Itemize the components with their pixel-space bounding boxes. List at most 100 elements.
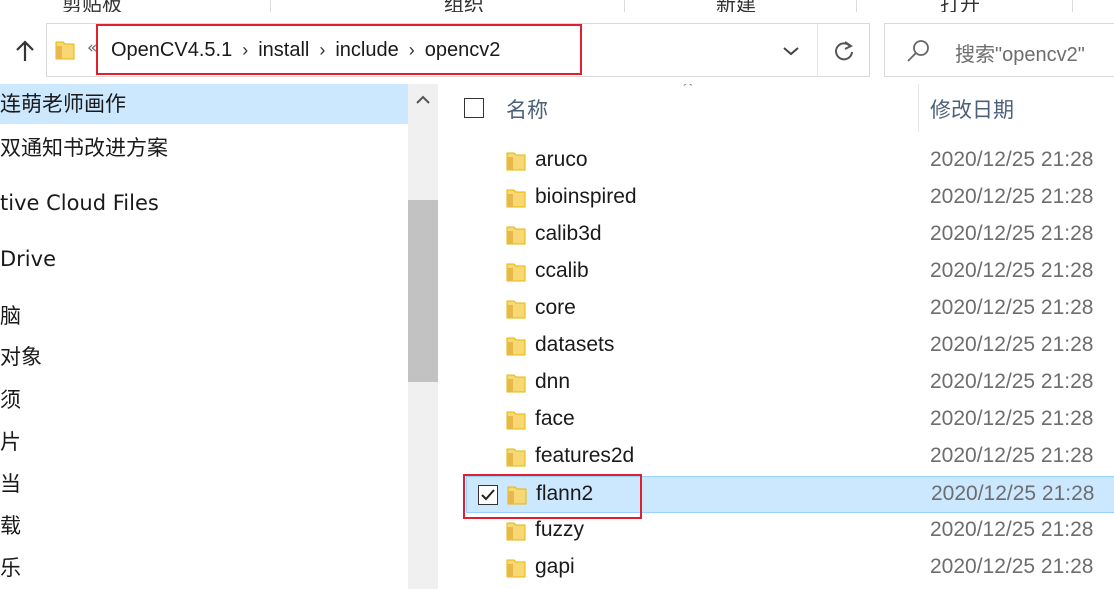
- folder-icon: [506, 409, 526, 435]
- nav-item[interactable]: tive Cloud Files: [0, 183, 408, 223]
- navigation-bar: « OpenCV4.5.1 › install › include › open…: [0, 20, 1114, 80]
- file-row[interactable]: fuzzy 2020/12/25 21:28: [466, 513, 1114, 550]
- file-row[interactable]: face 2020/12/25 21:28: [466, 402, 1114, 439]
- breadcrumb-item[interactable]: opencv2: [415, 39, 511, 62]
- breadcrumb-item[interactable]: include: [325, 39, 408, 62]
- ribbon-divider: [856, 0, 857, 12]
- file-name[interactable]: gapi: [535, 555, 575, 579]
- nav-item[interactable]: 对象: [0, 337, 408, 377]
- folder-icon: [507, 484, 527, 510]
- folder-icon: [506, 557, 526, 583]
- refresh-button[interactable]: [829, 36, 859, 66]
- file-date: 2020/12/25 21:28: [930, 555, 1094, 578]
- nav-item-label: 片: [0, 430, 21, 454]
- folder-icon: [506, 335, 526, 361]
- file-row[interactable]: datasets 2020/12/25 21:28: [466, 328, 1114, 365]
- folder-icon: [506, 261, 526, 287]
- file-date: 2020/12/25 21:28: [930, 333, 1094, 356]
- folder-icon: [506, 187, 526, 213]
- file-row[interactable]: dnn 2020/12/25 21:28: [466, 365, 1114, 402]
- nav-item-label: 须: [0, 388, 21, 412]
- nav-item[interactable]: 脑: [0, 296, 408, 336]
- scroll-up-arrow-icon[interactable]: [415, 94, 431, 106]
- file-name[interactable]: datasets: [535, 333, 614, 357]
- file-date: 2020/12/25 21:28: [930, 518, 1094, 541]
- column-header-name[interactable]: 名称: [506, 94, 548, 124]
- file-date: 2020/12/25 21:28: [931, 482, 1095, 505]
- nav-item[interactable]: 片: [0, 422, 408, 462]
- row-checkbox[interactable]: [478, 485, 498, 505]
- folder-icon: [506, 150, 526, 176]
- arrow-up-icon: [16, 40, 34, 61]
- nav-item-label: tive Cloud Files: [0, 191, 159, 215]
- nav-item-label: 双通知书改进方案: [0, 136, 168, 160]
- column-resize-handle[interactable]: [918, 84, 919, 132]
- folder-icon: [506, 224, 526, 250]
- file-name[interactable]: flann2: [536, 482, 593, 506]
- sort-ascending-icon: ^: [682, 84, 694, 96]
- file-name[interactable]: dnn: [535, 370, 570, 394]
- folder-icon: [55, 39, 75, 65]
- column-header: 名称 ^ 修改日期: [442, 84, 1114, 132]
- nav-item-label: 连萌老师画作: [0, 92, 126, 116]
- search-box[interactable]: 搜索"opencv2": [884, 23, 1114, 77]
- file-row[interactable]: flann2 2020/12/25 21:28: [466, 476, 1114, 513]
- file-name[interactable]: fuzzy: [535, 518, 584, 542]
- file-row[interactable]: gapi 2020/12/25 21:28: [466, 550, 1114, 587]
- nav-item[interactable]: 当: [0, 464, 408, 504]
- nav-item[interactable]: 连萌老师画作: [0, 84, 408, 124]
- nav-item[interactable]: 双通知书改进方案: [0, 128, 408, 168]
- nav-item-label: Drive: [0, 247, 56, 271]
- column-header-date[interactable]: 修改日期: [930, 94, 1014, 124]
- nav-item[interactable]: 须: [0, 380, 408, 420]
- file-name[interactable]: features2d: [535, 444, 634, 468]
- nav-item[interactable]: 载: [0, 506, 408, 546]
- search-placeholder: 搜索"opencv2": [955, 44, 1085, 66]
- ribbon-group-labels: 剪贴板 组织 新建 打开: [0, 0, 1114, 12]
- overflow-chevron[interactable]: «: [87, 38, 97, 58]
- nav-item-label: 载: [0, 514, 21, 538]
- ribbon-divider: [624, 0, 625, 12]
- file-name[interactable]: calib3d: [535, 222, 602, 246]
- file-name[interactable]: ccalib: [535, 259, 589, 283]
- ribbon-divider: [1072, 0, 1073, 12]
- up-button[interactable]: [8, 34, 42, 68]
- nav-item-label: 当: [0, 472, 21, 496]
- file-date: 2020/12/25 21:28: [930, 407, 1094, 430]
- file-name[interactable]: face: [535, 407, 575, 431]
- file-row[interactable]: calib3d 2020/12/25 21:28: [466, 217, 1114, 254]
- file-date: 2020/12/25 21:28: [930, 222, 1094, 245]
- file-date: 2020/12/25 21:28: [930, 185, 1094, 208]
- file-name[interactable]: core: [535, 296, 576, 320]
- file-row[interactable]: features2d 2020/12/25 21:28: [466, 439, 1114, 476]
- file-date: 2020/12/25 21:28: [930, 148, 1094, 171]
- nav-item-label: 乐: [0, 556, 21, 580]
- select-all-checkbox[interactable]: [464, 98, 484, 118]
- file-row[interactable]: bioinspired 2020/12/25 21:28: [466, 180, 1114, 217]
- refresh-icon: [835, 41, 853, 61]
- file-name[interactable]: aruco: [535, 148, 588, 172]
- nav-item[interactable]: Drive: [0, 239, 408, 279]
- nav-item-label: 对象: [0, 345, 42, 369]
- nav-item[interactable]: 乐: [0, 548, 408, 588]
- breadcrumb-item[interactable]: OpenCV4.5.1: [97, 39, 242, 62]
- file-row[interactable]: ccalib 2020/12/25 21:28: [466, 254, 1114, 291]
- breadcrumb: OpenCV4.5.1 › install › include › opencv…: [97, 24, 510, 76]
- folder-icon: [506, 372, 526, 398]
- file-name[interactable]: bioinspired: [535, 185, 637, 209]
- file-date: 2020/12/25 21:28: [930, 370, 1094, 393]
- divider: [817, 24, 818, 76]
- ribbon-divider: [270, 0, 271, 12]
- folder-icon: [506, 298, 526, 324]
- navigation-pane: 连萌老师画作 双通知书改进方案 tive Cloud Files Drive 脑…: [0, 84, 438, 589]
- address-history-dropdown[interactable]: [777, 40, 805, 62]
- breadcrumb-item[interactable]: install: [248, 39, 319, 62]
- ribbon-group-clipboard: 剪贴板: [62, 0, 122, 12]
- address-bar[interactable]: « OpenCV4.5.1 › install › include › open…: [46, 23, 870, 77]
- file-row[interactable]: aruco 2020/12/25 21:28: [466, 143, 1114, 180]
- scrollbar-thumb[interactable]: [408, 200, 438, 382]
- folder-icon: [506, 446, 526, 472]
- file-date: 2020/12/25 21:28: [930, 444, 1094, 467]
- file-row[interactable]: core 2020/12/25 21:28: [466, 291, 1114, 328]
- nav-scrollbar[interactable]: [408, 84, 438, 589]
